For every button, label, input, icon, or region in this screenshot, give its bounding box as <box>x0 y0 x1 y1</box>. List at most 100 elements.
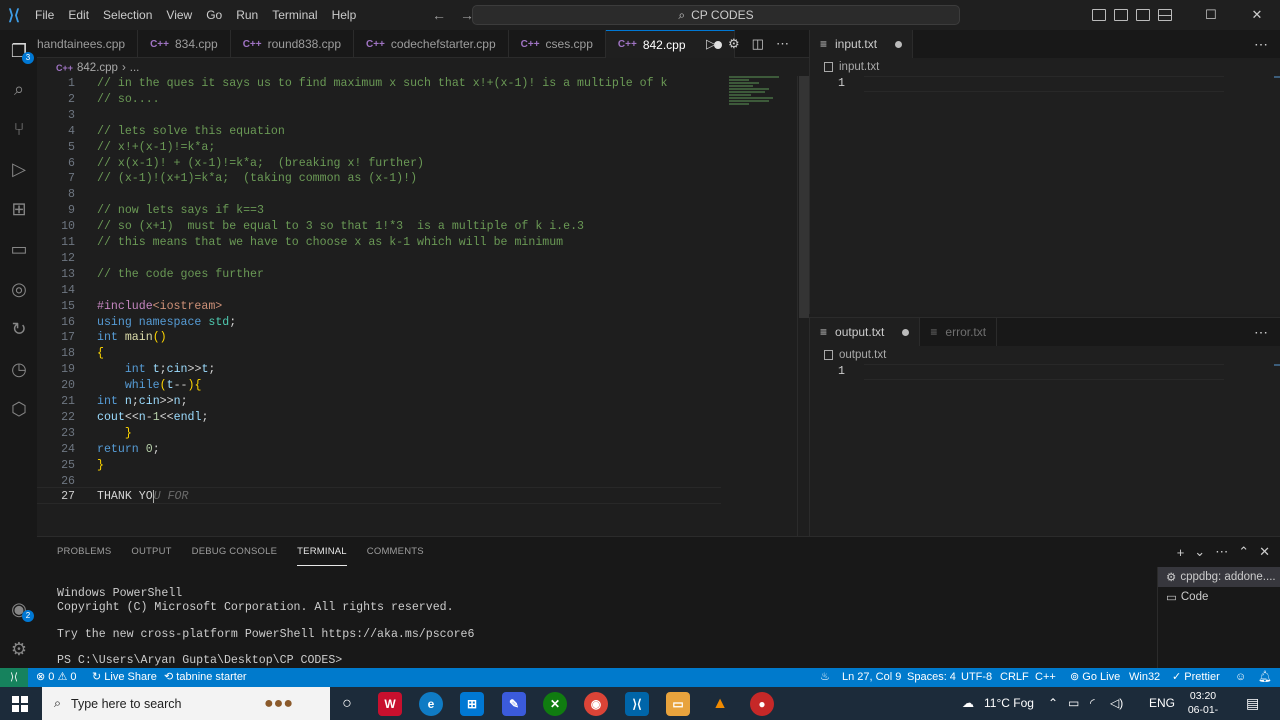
tab-output-txt[interactable]: ≡ output.txt <box>810 318 921 346</box>
source-control-icon[interactable]: ⑂ <box>6 116 32 142</box>
windows-start-icon[interactable] <box>12 696 28 712</box>
more-actions-icon[interactable]: ⋯ <box>1254 318 1268 346</box>
code-line[interactable]: 4 // lets solve this equation <box>37 124 285 140</box>
maximize-icon[interactable]: ☐ <box>1188 0 1234 30</box>
network-icon[interactable]: ▭ <box>1068 687 1079 720</box>
tab-debug-console[interactable]: DEBUG CONSOLE <box>192 537 277 567</box>
output-editor[interactable]: 1 <box>810 364 1280 380</box>
code-line[interactable]: 24 return 0; <box>37 442 160 458</box>
code-line[interactable]: 14 <box>37 283 75 299</box>
edge-devtools-icon[interactable]: ◎ <box>6 276 32 302</box>
code-line[interactable]: 6 // x(x-1)! + (x-1)!=k*a; (breaking x! f… <box>37 156 424 172</box>
tab-codechefstarter[interactable]: C++ codechefstarter.cpp <box>354 30 509 58</box>
live-share-icon[interactable]: ↻ <box>6 316 32 342</box>
tab-error-txt[interactable]: ≡ error.txt <box>920 318 998 346</box>
code-editor[interactable]: 1 // in the ques it says us to find maxim… <box>37 76 797 536</box>
manage-gear-icon[interactable]: ⚙ <box>6 636 32 662</box>
command-center-search[interactable]: ⌕ CP CODES <box>472 5 960 25</box>
weather-text[interactable]: 11°C Fog <box>984 687 1034 720</box>
scrollbar-thumb[interactable] <box>799 76 809 318</box>
unsaved-dot-icon[interactable] <box>895 40 903 48</box>
go-live-status[interactable]: ⊚ Go Live <box>1070 668 1120 687</box>
feedback-icon[interactable]: ☺ <box>1235 668 1246 687</box>
tab-comments[interactable]: COMMENTS <box>367 537 424 567</box>
maximize-panel-icon[interactable]: ⌃ <box>1238 544 1249 560</box>
breadcrumb-file[interactable]: output.txt <box>839 349 886 361</box>
code-line[interactable]: 20 while(t--){ <box>37 378 201 394</box>
code-line[interactable]: 27 THANK YOU FOR <box>37 489 188 505</box>
code-line[interactable]: 11 // this means that we have to choose x… <box>37 235 563 251</box>
menu-selection[interactable]: Selection <box>96 0 159 30</box>
language-indicator[interactable]: ENG <box>1149 687 1175 720</box>
close-icon[interactable]: ✕ <box>1234 0 1280 30</box>
cursor-position[interactable]: Ln 27, Col 9 <box>842 668 901 687</box>
code-line[interactable]: 2 // so.... <box>37 92 160 108</box>
breadcrumb-file[interactable]: input.txt <box>839 61 879 73</box>
tab-handtainees[interactable]: handtainees.cpp <box>37 30 139 58</box>
code-line[interactable]: 18 { <box>37 346 104 362</box>
code-line[interactable]: 19 int t;cin>>t; <box>37 362 215 378</box>
tabnine-status[interactable]: ⟲ tabnine starter <box>164 668 247 687</box>
more-actions-icon[interactable]: ⋯ <box>1254 30 1268 58</box>
editor-scrollbar[interactable] <box>797 76 809 536</box>
close-panel-icon[interactable]: ✕ <box>1259 544 1270 560</box>
code-line[interactable]: 12 <box>37 251 75 267</box>
chrome-icon[interactable]: ◉ <box>584 692 608 716</box>
extensions-icon[interactable]: ⊞ <box>6 196 32 222</box>
terminal-session-code[interactable]: ▭ Code <box>1158 587 1280 607</box>
code-line[interactable]: 5 // x!+(x-1)!=k*a; <box>37 140 215 156</box>
code-line[interactable]: 21 int n;cin>>n; <box>37 394 187 410</box>
code-line[interactable]: 16 using namespace std; <box>37 315 236 331</box>
edge-browser-icon[interactable]: e <box>419 692 443 716</box>
xbox-icon[interactable]: ✕ <box>543 692 567 716</box>
notification-center-icon[interactable]: ▤ <box>1246 687 1259 720</box>
tab-output[interactable]: OUTPUT <box>131 537 171 567</box>
wps-office-icon[interactable]: W <box>378 692 402 716</box>
tab-834[interactable]: C++ 834.cpp <box>138 30 231 58</box>
prettier-status[interactable]: ✓ Prettier <box>1172 668 1220 687</box>
minimize-icon[interactable]: — <box>1142 0 1188 30</box>
code-line[interactable]: 13 // the code goes further <box>37 267 264 283</box>
tab-round838[interactable]: C++ round838.cpp <box>231 30 354 58</box>
weather-icon[interactable]: ☁ <box>962 687 974 720</box>
tab-cses[interactable]: C++ cses.cpp <box>509 30 606 58</box>
code-line[interactable]: 10 // so (x+1) must be equal to 3 so that… <box>37 219 584 235</box>
file-explorer-icon[interactable]: ▭ <box>666 692 690 716</box>
code-line[interactable]: 1 // in the ques it says us to find maxim… <box>37 76 667 92</box>
code-line[interactable]: 9 // now lets says if k==3 <box>37 203 264 219</box>
wifi-icon[interactable]: ◜ <box>1090 687 1095 720</box>
run-debug-icon[interactable]: ▷ <box>6 156 32 182</box>
back-arrow-icon[interactable]: ← <box>432 7 446 23</box>
more-actions-icon[interactable]: ⋯ <box>1215 544 1228 560</box>
language-mode[interactable]: C++ <box>1035 668 1056 687</box>
code-line[interactable]: 7 // (x-1)!(x+1)=k*a; (taking common as (… <box>37 171 417 187</box>
vscode-taskbar-icon[interactable]: ⟩⟨ <box>625 692 649 716</box>
menu-file[interactable]: File <box>28 0 61 30</box>
problems-status[interactable]: ⊗ 0 ⚠ 0 <box>36 668 77 687</box>
new-terminal-icon[interactable]: + <box>1177 545 1185 560</box>
run-code-icon[interactable]: ▷ <box>706 36 716 52</box>
code-line[interactable]: 3 <box>37 108 75 124</box>
code-line[interactable]: 17 int main() <box>37 330 167 346</box>
input-editor[interactable]: 1 <box>810 76 1280 92</box>
code-line[interactable]: 23 } <box>37 426 132 442</box>
menu-help[interactable]: Help <box>325 0 364 30</box>
search-icon[interactable]: ⌕ <box>6 76 32 102</box>
remote-explorer-icon[interactable]: ▭ <box>6 236 32 262</box>
code-line[interactable]: 25} <box>37 458 104 474</box>
menu-run[interactable]: Run <box>229 0 265 30</box>
remote-indicator-icon[interactable]: ⟩⟨ <box>0 668 28 687</box>
toggle-sidebar-icon[interactable] <box>1092 9 1106 21</box>
terminal-dropdown-icon[interactable]: ⌄ <box>1194 544 1205 560</box>
minimap[interactable] <box>729 76 797 116</box>
split-editor-icon[interactable]: ◫ <box>752 36 764 52</box>
encoding[interactable]: UTF-8 <box>961 668 992 687</box>
notifications-bell-icon[interactable]: 🔔︎ <box>1258 668 1272 687</box>
breadcrumb-symbol[interactable]: ... <box>130 62 140 74</box>
terminal-output[interactable]: Windows PowerShell Copyright (C) Microso… <box>57 574 474 668</box>
testing-icon[interactable]: ⬡ <box>6 396 32 422</box>
recorder-icon[interactable]: ● <box>750 692 774 716</box>
menu-terminal[interactable]: Terminal <box>265 0 324 30</box>
breadcrumb-file[interactable]: 842.cpp <box>77 62 118 74</box>
inline-suggestion[interactable]: U FOR <box>154 490 189 503</box>
